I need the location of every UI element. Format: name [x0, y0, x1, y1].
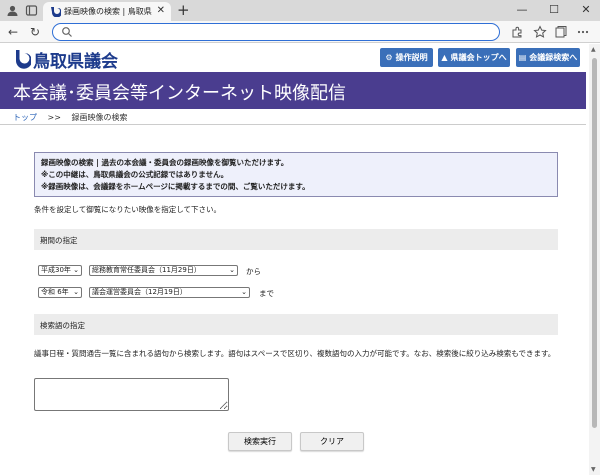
document-icon: ▤ — [518, 53, 527, 62]
breadcrumb: トップ >> 録画映像の検索 — [13, 112, 128, 123]
scrollbar-thumb[interactable] — [592, 58, 597, 428]
extensions-icon[interactable] — [510, 25, 524, 39]
gear-icon: ⚙ — [385, 53, 393, 62]
clear-button[interactable]: クリア — [300, 432, 364, 451]
tottori-logo-mark — [16, 50, 31, 69]
instruction-text: 条件を設定して御覧になりたい映像を指定して下さい。 — [34, 205, 222, 214]
keyword-input[interactable] — [34, 378, 229, 411]
help-button-label: 操作説明 — [395, 53, 428, 62]
page-banner: 本会議･委員会等インターネット映像配信 — [0, 72, 586, 109]
window-close-button[interactable]: ✕ — [578, 2, 594, 18]
to-meeting-select[interactable]: 議会運営委員会（12月19日） ⌄ — [89, 287, 250, 298]
chevron-down-icon: ⌄ — [229, 266, 235, 274]
scroll-down-icon[interactable]: ▼ — [591, 466, 596, 473]
tab-title: 録画映像の検索 | 鳥取県議会 本会議… — [64, 7, 152, 16]
page-scrollbar[interactable]: ▲ ▼ — [589, 44, 600, 475]
breadcrumb-divider — [0, 124, 586, 125]
profile-icon[interactable] — [6, 4, 19, 17]
chevron-down-icon: ⌄ — [241, 288, 247, 296]
keyword-heading: 検索語の指定 — [40, 321, 85, 330]
collections-icon[interactable] — [554, 25, 568, 39]
breadcrumb-current: 録画映像の検索 — [71, 113, 128, 122]
to-meeting-value: 議会運営委員会（12月19日） — [92, 288, 187, 296]
to-year-select[interactable]: 令和 6年 ⌄ — [38, 287, 82, 298]
browser-tab-bar: 録画映像の検索 | 鳥取県議会 本会議… ✕ + — ☐ ✕ — [0, 0, 600, 21]
notice-line: ※この中継は、鳥取県議会の公式記録ではありません。 — [41, 170, 229, 179]
minimize-button[interactable]: — — [514, 2, 530, 18]
assembly-top-button[interactable]: ▲ 県議会トップへ — [438, 48, 510, 67]
notice-line: ※録画映像は、会議録をホームページに掲載するまでの間、ご覧いただけます。 — [41, 182, 310, 191]
address-bar[interactable] — [52, 23, 500, 41]
building-icon: ▲ — [441, 53, 448, 62]
page-title: 本会議･委員会等インターネット映像配信 — [13, 83, 346, 104]
tab-actions-icon[interactable] — [25, 4, 38, 17]
keyword-section-header: 検索語の指定 — [34, 314, 558, 335]
from-year-select[interactable]: 平成30年 ⌄ — [38, 265, 82, 276]
breadcrumb-separator: >> — [47, 113, 61, 122]
period-section-header: 期間の指定 — [34, 229, 558, 250]
to-label: まで — [259, 289, 274, 298]
search-icon — [62, 27, 72, 37]
period-heading: 期間の指定 — [40, 236, 78, 245]
notice-box: 録画映像の検索 | 過去の本会議・委員会の録画映像を御覧いただけます。 ※この中… — [34, 152, 558, 197]
from-label: から — [246, 267, 261, 276]
breadcrumb-top-link[interactable]: トップ — [13, 113, 37, 122]
chevron-down-icon: ⌄ — [73, 266, 79, 274]
minutes-search-button-label: 会議録検索へ — [529, 53, 578, 62]
more-menu-icon[interactable] — [576, 25, 590, 39]
reload-button[interactable]: ↻ — [30, 24, 40, 40]
favorites-icon[interactable] — [533, 25, 547, 39]
tab-close-icon[interactable]: ✕ — [157, 5, 165, 17]
from-year-value: 平成30年 — [41, 266, 71, 274]
assembly-top-button-label: 県議会トップへ — [450, 53, 507, 62]
search-button[interactable]: 検索実行 — [228, 432, 292, 451]
help-button[interactable]: ⚙ 操作説明 — [380, 48, 433, 67]
to-year-value: 令和 6年 — [41, 288, 69, 296]
back-button[interactable]: ← — [8, 24, 18, 40]
site-header: 鳥取県議会 ⚙ 操作説明 ▲ 県議会トップへ ▤ 会議録検索へ — [0, 44, 586, 72]
from-meeting-value: 総務教育常任委員会（11月29日） — [92, 266, 201, 274]
notice-line: 録画映像の検索 | 過去の本会議・委員会の録画映像を御覧いただけます。 — [41, 158, 289, 167]
from-meeting-select[interactable]: 総務教育常任委員会（11月29日） ⌄ — [89, 265, 238, 276]
site-favicon — [51, 7, 61, 17]
browser-tab[interactable]: 録画映像の検索 | 鳥取県議会 本会議… ✕ — [43, 2, 171, 21]
scroll-up-icon[interactable]: ▲ — [591, 46, 596, 53]
browser-toolbar: ← ↻ — [0, 21, 600, 43]
maximize-button[interactable]: ☐ — [546, 2, 562, 18]
chevron-down-icon: ⌄ — [73, 288, 79, 296]
site-name: 鳥取県議会 — [33, 51, 118, 72]
site-logo[interactable]: 鳥取県議会 — [13, 48, 118, 72]
keyword-description: 議事日程・質問通告一覧に含まれる語句から検索します。語句はスペースで区切り、複数… — [34, 349, 556, 358]
new-tab-button[interactable]: + — [177, 2, 190, 19]
minutes-search-button[interactable]: ▤ 会議録検索へ — [516, 48, 580, 67]
